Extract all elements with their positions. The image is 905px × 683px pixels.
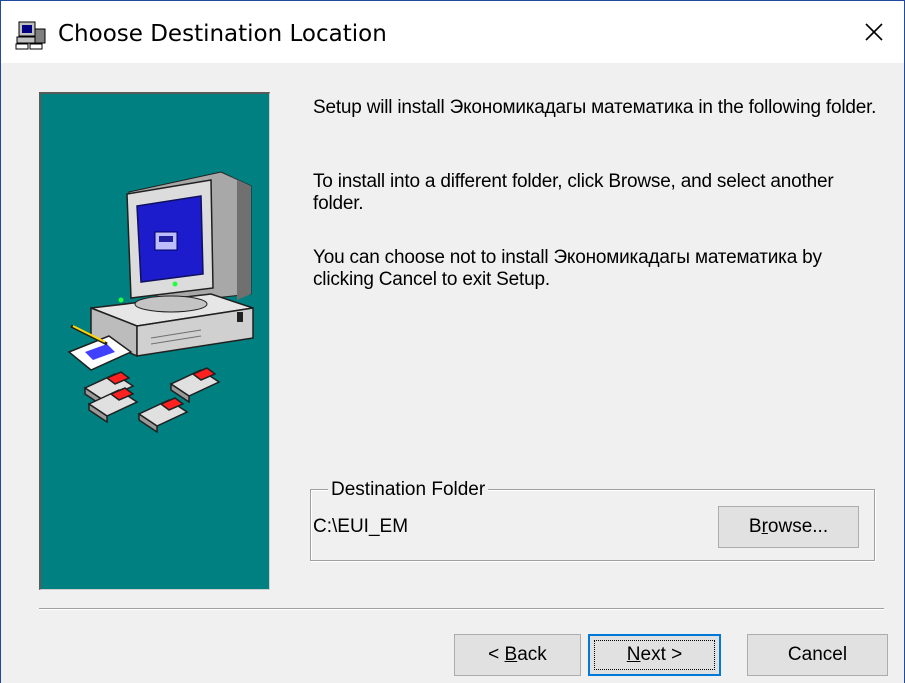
destination-path: C:\EUI_EM [313,516,409,537]
focus-rectangle [594,640,715,670]
title-bar: Choose Destination Location [1,1,904,63]
window-title: Choose Destination Location [58,21,387,47]
browse-label-prefix: B [748,516,762,537]
browse-button[interactable]: Br owse... [718,506,859,548]
back-label-mnemonic: B [504,644,518,665]
close-icon [865,23,883,41]
destination-folder-label: Destination Folder [328,479,489,501]
browse-label-suffix: owse... [767,516,829,537]
setup-illustration-panel [39,92,270,590]
cancel-button[interactable]: Cancel [747,634,888,676]
back-label-prefix: < [488,644,505,665]
back-button[interactable]: < Back [454,634,581,676]
computer-illustration [67,171,254,434]
button-separator [39,608,884,610]
next-button[interactable]: Next > [588,634,721,676]
browse-info-text: To install into a different folder, clic… [313,171,834,214]
setup-dialog: Choose Destination Location Setup will i… [0,0,905,683]
install-info-text: Setup will install Экономикадагы математ… [313,97,877,118]
close-button[interactable] [844,1,904,63]
setup-computer-icon [15,21,46,50]
back-label-suffix: ack [517,644,547,665]
cancel-info-text: You can choose not to install Экономикад… [313,247,822,290]
